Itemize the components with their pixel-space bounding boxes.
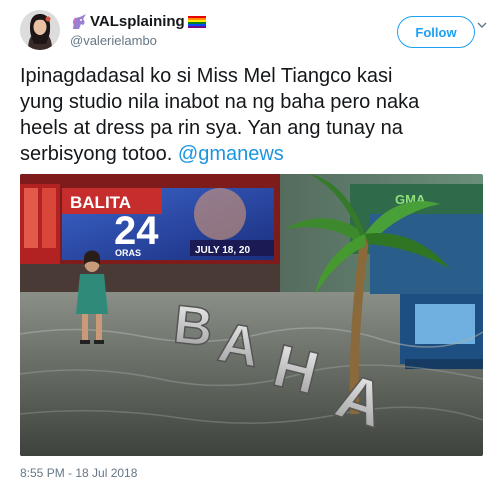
tweet-text-segment: serbisyong totoo. (20, 143, 173, 165)
follow-button[interactable]: Follow (397, 16, 475, 48)
tweet-media-image[interactable]: BALITA 24 ORAS JULY 18, 20 GMA B A H A (20, 174, 483, 456)
screen-date: JULY 18, 20 (195, 245, 250, 256)
display-name-text: VALsplaining (90, 13, 185, 30)
user-handle[interactable]: @valerielambo (70, 33, 157, 48)
tweet-text-line: yung studio nila inabot na ng baha pero … (20, 91, 420, 113)
caret-down-icon[interactable] (477, 22, 487, 28)
tweet-timestamp[interactable]: 8:55 PM - 18 Jul 2018 (20, 466, 137, 480)
rainbow-flag-icon (187, 15, 206, 28)
tweet-text-line: Ipinagdadasal ko si Miss Mel Tiangco kas… (20, 65, 393, 87)
tweet-text-line: serbisyong totoo. @gmanews (20, 141, 490, 167)
tweet-text-line: heels at dress pa rin sya. Yan ang tunay… (20, 117, 403, 139)
screen-number: 24 (114, 209, 159, 253)
tweet-text: Ipinagdadasal ko si Miss Mel Tiangco kas… (20, 63, 490, 167)
mention-link[interactable]: @gmanews (178, 143, 284, 165)
tweet-header: VALsplaining @valerielambo Follow (20, 8, 487, 52)
baha-letter: B (171, 294, 216, 358)
screen-brand-bottom: ORAS (115, 248, 141, 258)
display-name[interactable]: VALsplaining (70, 13, 206, 30)
unicorn-icon (72, 13, 86, 29)
avatar[interactable] (20, 10, 60, 50)
